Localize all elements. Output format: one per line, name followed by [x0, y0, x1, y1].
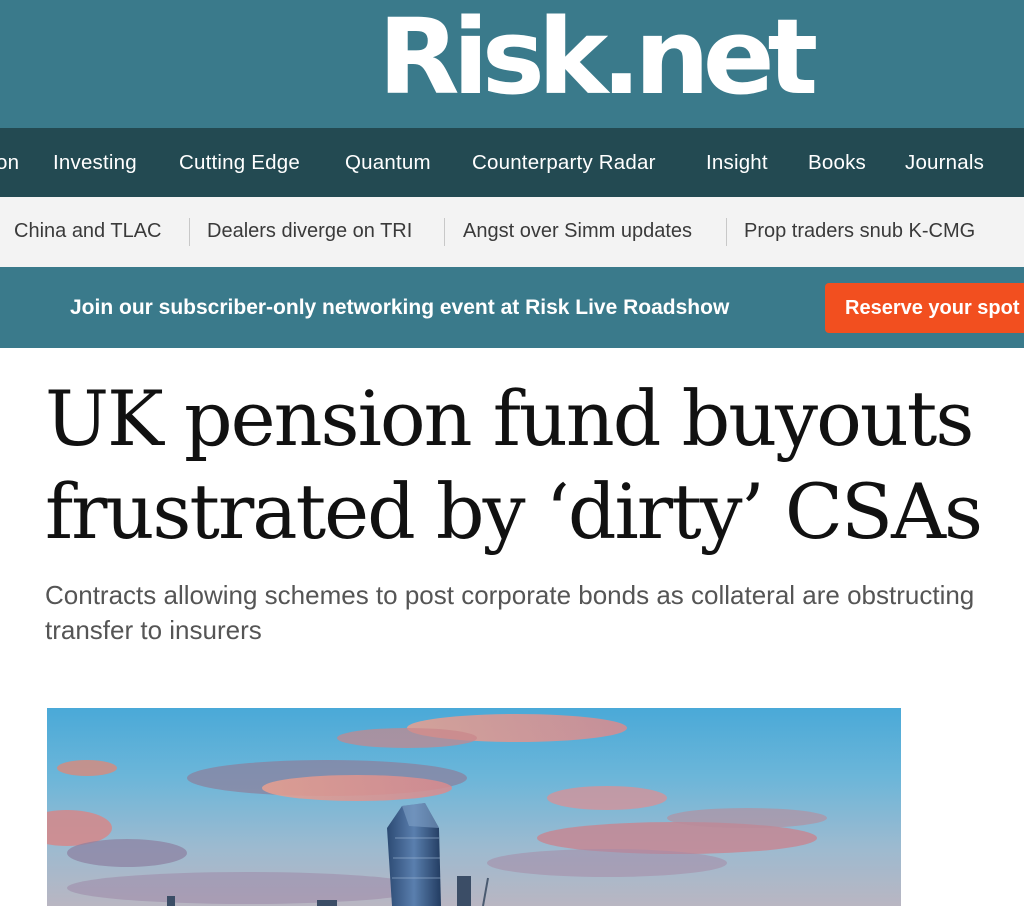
headline-line: UK pension fund buyouts	[45, 374, 974, 463]
trending-bar: China and TLAC Dealers diverge on TRI An…	[0, 197, 1024, 267]
standfirst-line: transfer to insurers	[45, 615, 262, 645]
trending-link[interactable]: Prop traders snub K-CMG	[744, 197, 975, 267]
article-headline: UK pension fund buyouts frustrated by ‘d…	[45, 372, 1024, 558]
trending-link[interactable]: Angst over Simm updates	[463, 197, 692, 267]
page: Risk.net on Investing Cutting Edge Quant…	[0, 0, 1024, 906]
reserve-spot-button[interactable]: Reserve your spot	[825, 283, 1024, 333]
nav-item-insight[interactable]: Insight	[706, 128, 768, 197]
trending-divider	[444, 218, 445, 246]
trending-link[interactable]: China and TLAC	[14, 197, 162, 267]
hero-image	[47, 708, 901, 906]
site-logo[interactable]: Risk.net	[378, 2, 818, 112]
city-skyline-image	[47, 714, 827, 906]
nav-item-partial[interactable]: on	[0, 128, 19, 197]
standfirst-line: Contracts allowing schemes to post corpo…	[45, 580, 975, 610]
nav-item-cutting-edge[interactable]: Cutting Edge	[179, 128, 300, 197]
site-header: Risk.net	[0, 0, 1024, 128]
nav-item-investing[interactable]: Investing	[53, 128, 137, 197]
main-nav: on Investing Cutting Edge Quantum Counte…	[0, 128, 1024, 197]
promo-banner: Join our subscriber-only networking even…	[0, 267, 1024, 348]
promo-text: Join our subscriber-only networking even…	[70, 296, 730, 319]
article-standfirst: Contracts allowing schemes to post corpo…	[45, 578, 1024, 648]
nav-item-journals[interactable]: Journals	[905, 128, 984, 197]
headline-line: frustrated by ‘dirty’ CSAs	[45, 467, 983, 556]
trending-divider	[189, 218, 190, 246]
nav-item-counterparty-radar[interactable]: Counterparty Radar	[472, 128, 656, 197]
nav-item-quantum[interactable]: Quantum	[345, 128, 431, 197]
trending-link[interactable]: Dealers diverge on TRI	[207, 197, 412, 267]
nav-item-books[interactable]: Books	[808, 128, 866, 197]
trending-divider	[726, 218, 727, 246]
